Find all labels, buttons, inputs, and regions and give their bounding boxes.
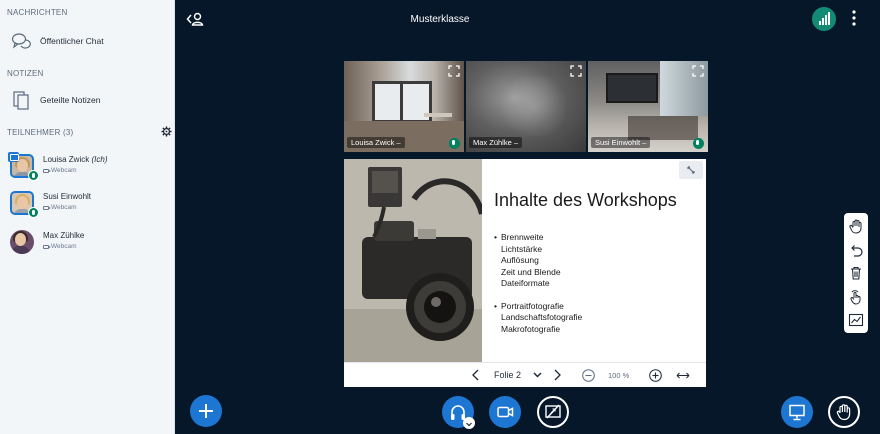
plus-icon: [199, 404, 213, 418]
webcam-tile[interactable]: Max Zühlke –: [466, 61, 586, 152]
slide-bullets: Brennweite Lichtstärke Auflösung Zeit un…: [494, 232, 582, 346]
whiteboard-toolbar: [844, 213, 868, 333]
screenshare-button[interactable]: [537, 396, 569, 428]
signal-bars-icon: [819, 12, 830, 25]
sidebar-item-public-chat[interactable]: Öffentlicher Chat: [0, 28, 174, 54]
presentation-toggle-button[interactable]: [781, 396, 813, 428]
actions-button[interactable]: [190, 395, 222, 427]
participant-name: Louisa Zwick (Ich): [43, 155, 108, 164]
participant-max[interactable]: Max Zühlke Webcam: [0, 227, 174, 259]
public-chat-label: Öffentlicher Chat: [40, 36, 104, 46]
raise-hand-icon: [836, 404, 851, 421]
webcam-label: Louisa Zwick –: [347, 137, 405, 148]
zoom-in-icon[interactable]: [649, 369, 662, 382]
webcam-icon: [43, 168, 51, 173]
fullscreen-icon[interactable]: [448, 65, 460, 77]
shared-notes-label: Geteilte Notizen: [40, 95, 101, 105]
participant-name: Susi Einwohlt: [43, 192, 92, 201]
slide-select[interactable]: Folie 2: [494, 370, 521, 380]
webcam-label: Susi Einwohlt –: [591, 137, 651, 148]
hand-pan-icon[interactable]: [848, 218, 864, 234]
video-camera-icon: [497, 406, 514, 418]
chart-icon[interactable]: [848, 312, 864, 328]
fullscreen-icon[interactable]: [692, 65, 704, 77]
webcam-label: Max Zühlke –: [469, 137, 523, 148]
screenshare-off-icon: [545, 404, 561, 419]
participants-section-title: TEILNEHMER (3): [7, 128, 74, 137]
webcam-icon: [43, 244, 51, 249]
raise-hand-button[interactable]: [828, 396, 860, 428]
trash-icon[interactable]: [848, 265, 864, 281]
fullscreen-icon: [687, 166, 695, 174]
webcam-strip: Louisa Zwick – Max Zühlke – Susi Einwohl…: [344, 61, 708, 152]
fullscreen-button[interactable]: [679, 161, 703, 179]
presentation-toolbar: Folie 2 100 %: [344, 362, 706, 387]
multi-user-pointer-icon[interactable]: [848, 289, 864, 305]
slide-title: Inhalte des Workshops: [494, 190, 677, 210]
participant-name: Max Zühlke: [43, 231, 85, 240]
gear-icon[interactable]: [161, 126, 172, 137]
headset-icon: [693, 138, 704, 149]
presentation-slide[interactable]: Inhalte des Workshops Brennweite Lichtst…: [344, 159, 706, 362]
presentation-icon: [789, 404, 805, 421]
presenter-icon: [8, 152, 19, 162]
more-options-icon[interactable]: [848, 9, 860, 27]
headset-icon: [28, 170, 39, 181]
fit-to-width-icon[interactable]: [676, 370, 690, 381]
webcam-icon: [43, 205, 51, 210]
notes-section-title: NOTIZEN: [7, 69, 44, 78]
participant-louisa[interactable]: Louisa Zwick (Ich) Webcam: [0, 151, 174, 183]
sidebar: NACHRICHTEN Öffentlicher Chat NOTIZEN Ge…: [0, 0, 175, 434]
headset-icon: [28, 207, 39, 218]
chevron-down-icon: [466, 422, 472, 427]
meeting-title: Musterklasse: [410, 14, 470, 25]
undo-icon[interactable]: [848, 242, 864, 258]
fullscreen-icon[interactable]: [570, 65, 582, 77]
chevron-right-icon[interactable]: [551, 369, 563, 381]
participant-status: Webcam: [43, 204, 77, 211]
webcam-tile[interactable]: Louisa Zwick –: [344, 61, 464, 152]
audio-options-button[interactable]: [463, 417, 475, 429]
chat-icon: [11, 33, 31, 49]
sidebar-item-shared-notes[interactable]: Geteilte Notizen: [0, 87, 174, 113]
camera-photo: [344, 159, 482, 362]
connection-status-button[interactable]: [812, 7, 836, 31]
participant-status: Webcam: [43, 243, 77, 250]
notes-icon: [13, 91, 29, 110]
webcam-tile[interactable]: Susi Einwohlt –: [588, 61, 708, 152]
chevron-down-icon[interactable]: [533, 370, 542, 379]
chevron-left-icon[interactable]: [470, 369, 482, 381]
zoom-level: 100 %: [608, 371, 630, 380]
headset-icon: [449, 138, 460, 149]
participant-status: Webcam: [43, 167, 77, 174]
zoom-out-icon[interactable]: [582, 369, 595, 382]
webcam-button[interactable]: [489, 396, 521, 428]
avatar: [10, 230, 34, 254]
participant-susi[interactable]: Susi Einwohlt Webcam: [0, 188, 174, 220]
